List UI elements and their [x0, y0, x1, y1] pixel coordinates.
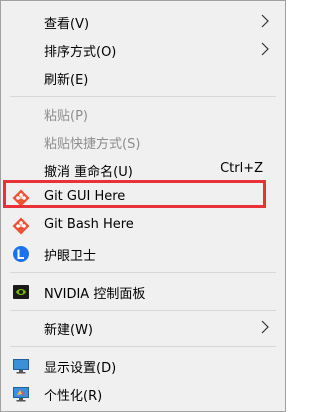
chevron-right-icon	[261, 320, 269, 334]
chevron-right-icon	[261, 42, 269, 56]
menu-item-paste-shortcut: 粘贴快捷方式(S)	[1, 129, 285, 153]
menu-item-personalize[interactable]: 个性化(R)	[1, 381, 285, 405]
display-settings-label: 显示设置(D)	[44, 361, 117, 376]
highlight-box	[3, 180, 266, 208]
menu-item-git-bash[interactable]: Git Bash Here	[1, 213, 285, 237]
menu-item-view[interactable]: 查看(V)	[1, 9, 285, 33]
menu-item-refresh[interactable]: 刷新(E)	[1, 65, 285, 89]
display-icon	[13, 359, 29, 374]
menu-item-sort[interactable]: 排序方式(O)	[1, 37, 285, 61]
undo-label: 撤消 重命名(U)	[44, 165, 133, 180]
git-bash-label: Git Bash Here	[44, 217, 134, 232]
personalize-label: 个性化(R)	[44, 389, 103, 404]
menu-item-paste: 粘贴(P)	[1, 101, 285, 125]
undo-shortcut: Ctrl+Z	[220, 161, 263, 176]
menu-separator	[10, 346, 276, 347]
eye-guard-icon	[13, 246, 29, 262]
menu-separator	[10, 272, 276, 273]
new-label: 新建(W)	[44, 323, 93, 338]
nvidia-icon	[13, 285, 29, 299]
sort-label: 排序方式(O)	[44, 45, 117, 60]
menu-separator	[10, 310, 276, 311]
paste-shortcut-label: 粘贴快捷方式(S)	[44, 137, 141, 152]
view-label: 查看(V)	[44, 17, 90, 32]
menu-item-display-settings[interactable]: 显示设置(D)	[1, 353, 285, 377]
personalize-icon	[13, 387, 29, 402]
eye-guard-label: 护眼卫士	[44, 249, 97, 264]
paste-label: 粘贴(P)	[44, 109, 88, 124]
menu-separator	[10, 96, 276, 97]
nvidia-label: NVIDIA 控制面板	[44, 287, 146, 302]
menu-item-eye-guard[interactable]: 护眼卫士	[1, 241, 285, 265]
menu-item-nvidia[interactable]: NVIDIA 控制面板	[1, 279, 285, 303]
menu-item-undo-rename[interactable]: 撤消 重命名(U) Ctrl+Z	[1, 157, 285, 181]
menu-item-new[interactable]: 新建(W)	[1, 315, 285, 339]
refresh-label: 刷新(E)	[44, 73, 89, 88]
git-bash-icon	[12, 217, 30, 235]
chevron-right-icon	[261, 14, 269, 28]
